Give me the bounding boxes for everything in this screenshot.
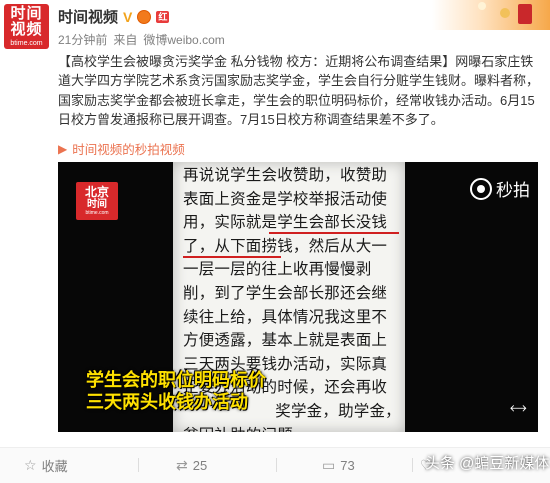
source-prefix: 来自 [113,33,138,47]
avatar[interactable]: 时间 视频 btime.com [4,4,49,49]
miaopai-logo: 秒拍 [470,176,530,201]
miaopai-label: 秒拍 [496,181,530,200]
sheet-line: 贫困补助的问题 [183,424,399,432]
post-header: 时间 视频 btime.com 时间视频 V 红 21分钟前 来自 微博weib… [0,0,550,52]
fullscreen-icon[interactable]: ⤢ [507,398,528,420]
watermark: 头条 @蝙豆新媒体 [425,455,550,472]
logo-line2: 时间 [87,199,107,210]
logo-line3: btime.com [85,210,109,216]
author-row: 时间视频 V 红 [58,6,170,27]
repost-count: 25 [192,458,208,473]
btime-logo: 北京 时间 btime.com [76,182,118,220]
divider [276,458,277,472]
video-link[interactable]: ▶ 时间视频的秒拍视频 [58,139,185,158]
sheet-line: 了，从下面捞钱，然后从大一 [183,236,388,255]
member-badge-icon [137,9,152,24]
verified-icon: V [123,8,133,25]
comment-icon: ▭ [322,457,336,473]
sheet-line: 再说说学生会收赞助，收赞助 [183,166,388,184]
favorite-label: 收藏 [41,459,68,474]
comment-count: 73 [340,458,355,473]
star-icon: ☆ [24,457,37,473]
video-player[interactable]: 北京 时间 btime.com 再说说学生会收赞助，收赞助 表面上资金是学校举报… [58,162,538,432]
divider [412,458,413,472]
red-underline [269,232,399,234]
video-caption-2: 三天两头收钱办活动 [86,392,248,413]
repost-button[interactable]: ⇄ 25 [176,457,207,474]
sheet-line: 方便透露，基本上就是表面上 [183,331,388,350]
sheet-line: 一层一层的往上收再慢慢剥 [183,260,372,279]
avatar-subtext: btime.com [10,39,43,47]
divider [138,458,139,472]
sheet-line: 续往上给，具体情况我这里不 [183,307,388,326]
author-name[interactable]: 时间视频 [58,6,118,27]
post-time[interactable]: 21分钟前 [58,31,107,48]
sheet-line: 削，到了学生会部长那还会继 [183,283,388,302]
post-source: 微博weibo.com [143,33,225,47]
sheet-line: 表面上资金是学校举报活动使 [183,189,388,208]
play-circle-icon: ▶ [58,141,68,156]
repost-icon: ⇄ [176,457,188,473]
red-badge-icon: 红 [156,10,170,23]
comment-button[interactable]: ▭ 73 [322,457,355,474]
logo-line1: 北京 [84,185,109,199]
post-text: 【高校学生会被曝贪污奖学金 私分钱物 校方：近期将公布调查结果】网曝石家庄铁道大… [58,54,540,128]
avatar-text-top: 时间 [10,4,43,22]
camera-icon [470,177,492,200]
video-link-label: 时间视频的秒拍视频 [72,143,185,157]
post-meta: 21分钟前 来自 微博weibo.com [58,31,225,48]
red-underline [183,256,281,258]
avatar-text-bottom: 视频 [10,20,43,38]
favorite-button[interactable]: ☆ 收藏 [24,456,68,475]
decorative-banner [432,0,550,30]
